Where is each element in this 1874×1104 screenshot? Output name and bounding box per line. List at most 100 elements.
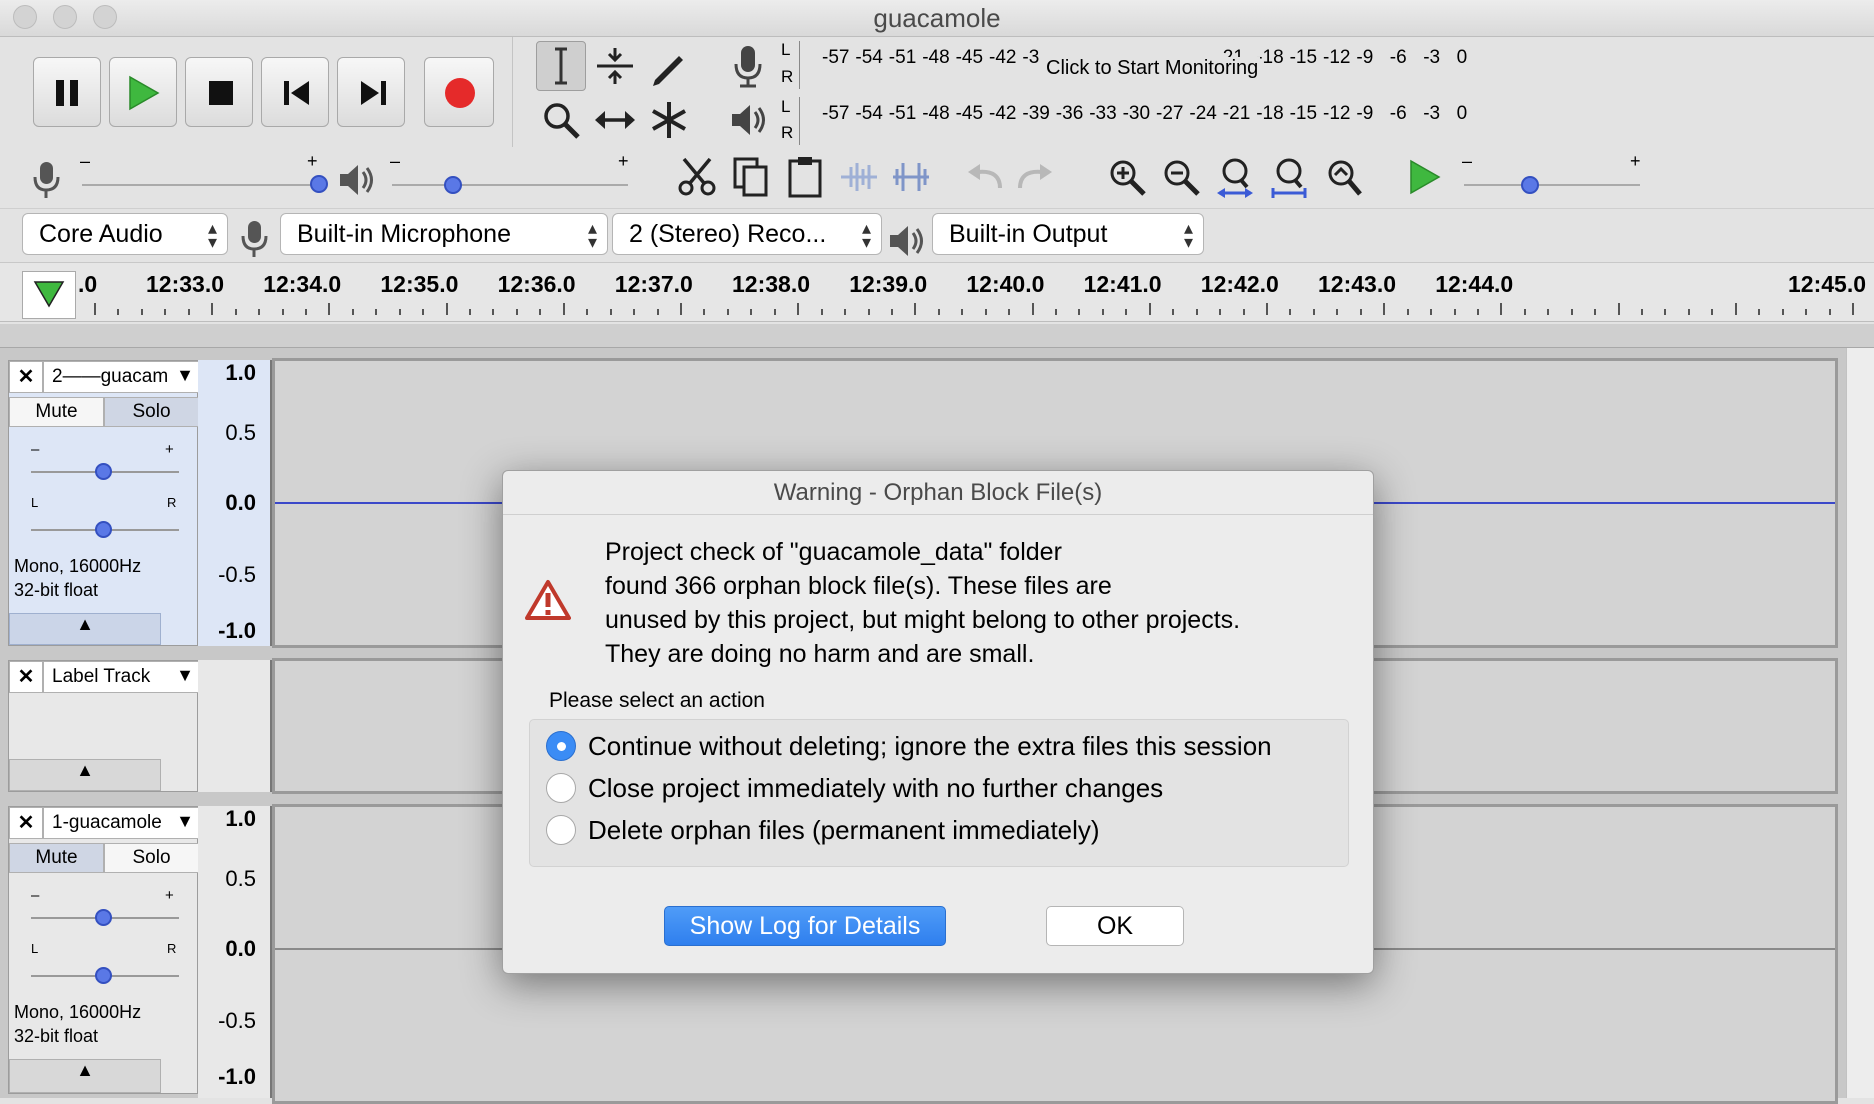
record-meter[interactable]: -57-54-51-48-45-42-321-18-15-12-9-6-30 C… [799, 41, 1525, 89]
pan-thumb[interactable] [95, 521, 112, 538]
close-track-button[interactable]: ✕ [9, 661, 43, 693]
fit-project-button[interactable] [1264, 152, 1314, 202]
collapse-track-button[interactable]: ▲ [9, 613, 161, 645]
meter-scale-label: -24 [1189, 103, 1217, 124]
close-track-button[interactable]: ✕ [9, 807, 43, 839]
output-device-select[interactable]: Built-in Output ▴ ▾ [932, 213, 1204, 255]
ruler-tick-mark [1476, 309, 1479, 315]
redo-button[interactable] [1010, 152, 1060, 202]
pan-thumb[interactable] [95, 967, 112, 984]
paste-button[interactable] [780, 152, 830, 202]
ok-button[interactable]: OK [1046, 906, 1184, 946]
skip-to-start-button[interactable] [261, 57, 329, 127]
multi-tool-button[interactable] [644, 95, 694, 145]
meter-scale-label: -33 [1089, 103, 1117, 124]
stop-button[interactable] [185, 57, 253, 127]
skip-to-end-button[interactable] [337, 57, 405, 127]
pause-button[interactable] [33, 57, 101, 127]
meter-scale-label: -39 [1022, 103, 1050, 124]
vertical-scale[interactable]: 1.0 0.5 0.0 -0.5 -1.0 [198, 360, 272, 646]
ruler-time-label: 12:42.0 [1200, 271, 1279, 297]
time-shift-tool-button[interactable] [590, 95, 640, 145]
meter-scale-label: -15 [1289, 47, 1318, 68]
input-device-select[interactable]: Built-in Microphone ▴ ▾ [280, 213, 608, 255]
show-log-button[interactable]: Show Log for Details [664, 906, 946, 946]
copy-button[interactable] [726, 152, 776, 202]
record-volume-slider[interactable] [82, 184, 318, 186]
audio-host-select[interactable]: Core Audio ▴ ▾ [22, 213, 228, 255]
collapse-track-button[interactable]: ▲ [9, 759, 161, 791]
ruler-tick-mark [1101, 309, 1104, 315]
close-track-button[interactable]: ✕ [9, 361, 43, 393]
ruler-tick-mark [1641, 309, 1644, 315]
zoom-in-button[interactable] [1102, 152, 1152, 202]
speed-slider[interactable] [1464, 184, 1640, 186]
radio-icon[interactable] [546, 773, 576, 803]
gain-thumb[interactable] [95, 909, 112, 926]
draw-tool-button[interactable] [644, 41, 694, 91]
zoom-out-button[interactable] [1156, 152, 1206, 202]
undo-button[interactable] [960, 152, 1010, 202]
meter-scale-label: -45 [955, 47, 984, 68]
record-meter-button[interactable] [725, 41, 771, 91]
radio-icon[interactable] [546, 815, 576, 845]
skip-end-icon [361, 81, 386, 105]
label-track-control-panel: ✕ Label Track ▼ ▲ [8, 660, 199, 792]
collapse-up-icon: ▲ [76, 1060, 94, 1080]
track-name-menu[interactable]: Label Track ▼ [43, 661, 199, 693]
envelope-tool-button[interactable] [590, 41, 640, 91]
meter-scale-label: -57 [822, 47, 850, 68]
vertical-scale[interactable]: 1.0 0.5 0.0 -0.5 -1.0 [198, 806, 272, 1098]
play-meter[interactable]: -57 -54 -51 -48 -45 -42 -39 -36 -33 -30 -27 -24 -21-… [799, 97, 1525, 145]
input-device-value: Built-in Microphone [297, 219, 511, 248]
zoom-tool-button[interactable] [536, 95, 586, 145]
gain-thumb[interactable] [95, 463, 112, 480]
play-at-speed-button[interactable] [1400, 152, 1450, 202]
playback-volume-thumb[interactable] [444, 176, 462, 194]
selection-tool-button[interactable] [536, 41, 586, 91]
mute-button[interactable]: Mute [9, 843, 104, 873]
scale-label: 1.0 [225, 360, 256, 385]
ruler-tick-mark [1078, 309, 1081, 315]
cut-button[interactable] [672, 152, 722, 202]
zoom-toggle-button[interactable] [1318, 152, 1368, 202]
option-close-project[interactable]: Close project immediately with no furthe… [546, 770, 1163, 806]
record-button[interactable] [424, 57, 494, 127]
ruler-tick-mark [1031, 303, 1034, 315]
track-name-menu[interactable]: 2——guacam ▼ [43, 361, 199, 393]
vertical-scrollbar[interactable] [1846, 348, 1874, 1098]
track-name-menu[interactable]: 1-guacamole ▼ [43, 807, 199, 839]
zoom-in-icon [1110, 160, 1146, 196]
playback-volume-slider[interactable] [392, 184, 628, 186]
option-continue[interactable]: Continue without deleting; ignore the ex… [546, 728, 1272, 764]
asterisk-icon [652, 102, 686, 138]
meter-scale-label: -27 [1156, 103, 1184, 124]
solo-button[interactable]: Solo [104, 397, 199, 427]
play-button[interactable] [109, 57, 177, 127]
collapse-track-button[interactable]: ▲ [9, 1059, 161, 1093]
solo-button[interactable]: Solo [104, 843, 199, 873]
play-meter-channel-l: L [781, 97, 791, 116]
ruler-time-label: 12:34.0 [263, 271, 342, 297]
option-delete-orphans[interactable]: Delete orphan files (permanent immediate… [546, 812, 1100, 848]
action-radio-group: Continue without deleting; ignore the ex… [529, 719, 1349, 867]
play-meter-button[interactable] [725, 95, 771, 145]
i-beam-icon [555, 47, 567, 85]
dropdown-arrow-icon: ▼ [176, 665, 194, 685]
mute-button[interactable]: Mute [9, 397, 104, 427]
trim-button[interactable] [834, 152, 884, 202]
input-channels-select[interactable]: 2 (Stereo) Reco... ▴ ▾ [612, 213, 882, 255]
silence-button[interactable] [886, 152, 936, 202]
playback-volume-plus: + [618, 151, 629, 171]
start-monitoring-text[interactable]: Click to Start Monitoring [1044, 57, 1261, 80]
ruler-tick-mark [961, 309, 964, 315]
timeline-ruler[interactable]: .0 12:33.0 12:34.0 12:35.0 12:36.0 12:37.0 12:… [0, 262, 1874, 322]
radio-selected-icon[interactable] [546, 731, 576, 761]
speed-thumb[interactable] [1521, 176, 1539, 194]
fit-selection-button[interactable] [1210, 152, 1260, 202]
play-head-button[interactable] [22, 271, 76, 319]
undo-icon [968, 164, 1002, 189]
gain-plus: + [165, 441, 174, 458]
record-volume-thumb[interactable] [310, 175, 328, 193]
warning-icon [525, 580, 571, 620]
